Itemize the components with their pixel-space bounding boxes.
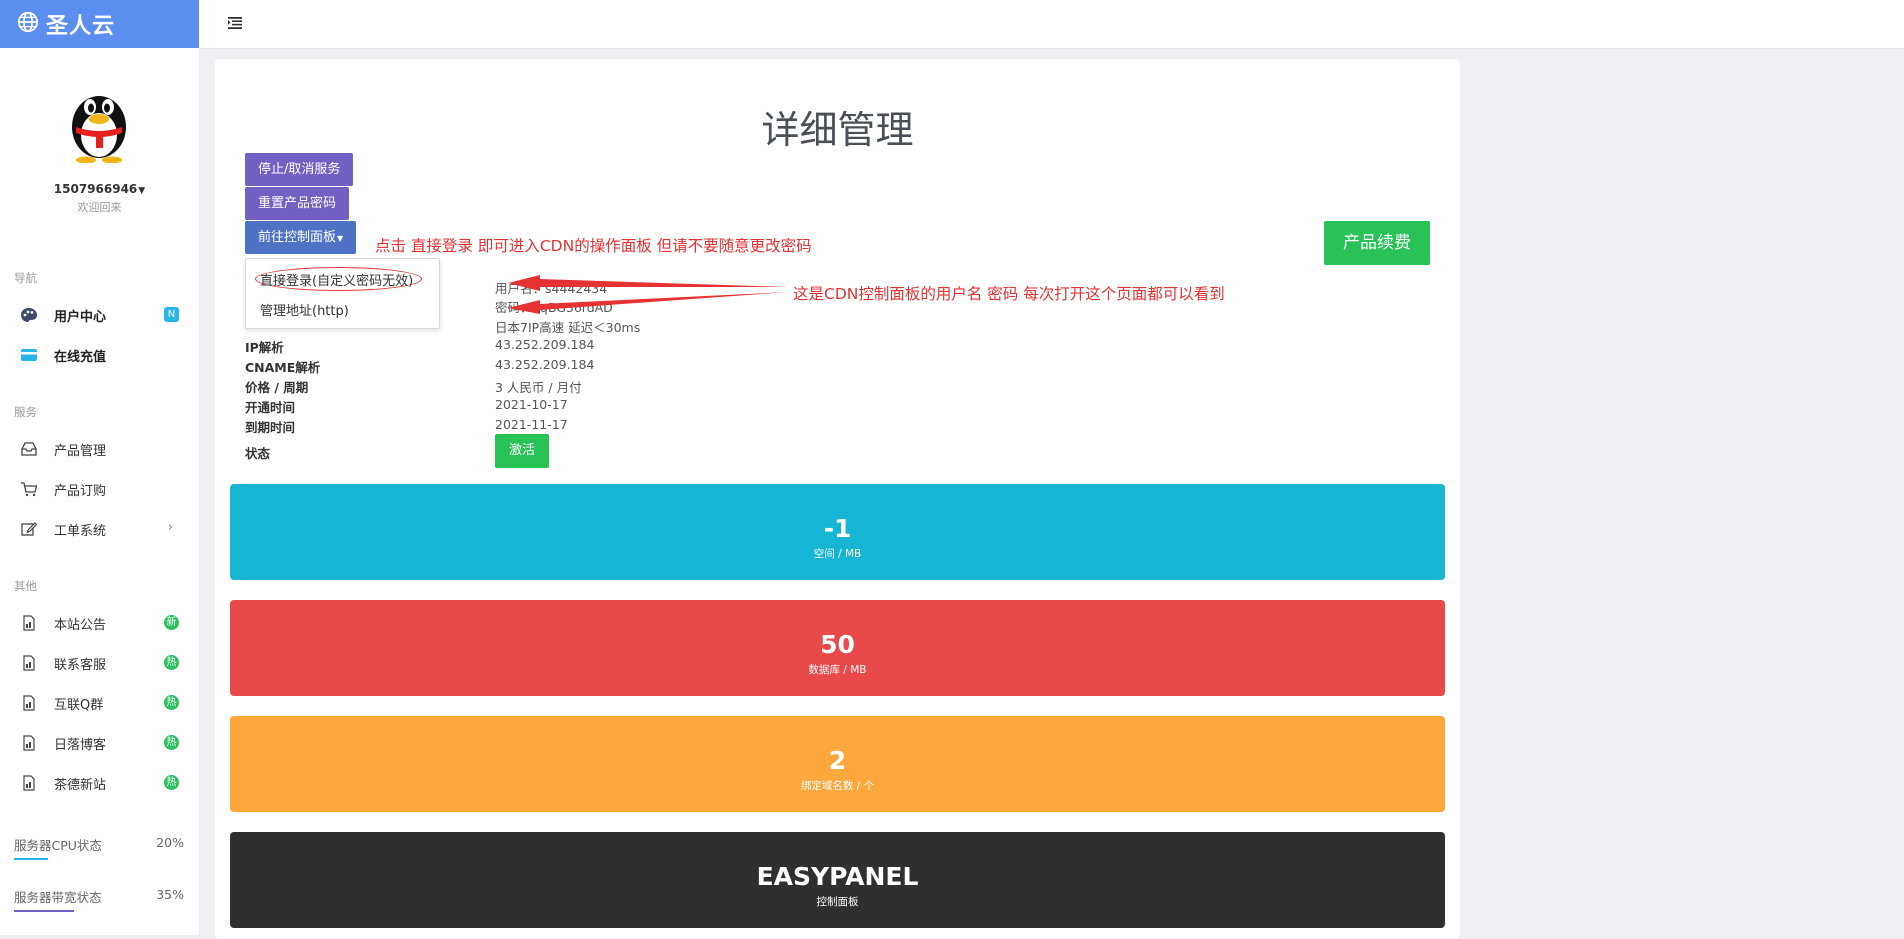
brand-name: 圣人云: [46, 14, 116, 39]
panel-password: 密码：vqBG36rdAD: [495, 300, 613, 315]
control-panel-value: EASYPANEL: [756, 862, 919, 891]
reset-password-button[interactable]: 重置产品密码: [245, 187, 350, 220]
sidebar-item-label: 日落博客: [54, 738, 107, 753]
bandwidth-status-label: 服务器带宽状态: [14, 890, 102, 905]
info-label: 开通时间: [245, 400, 296, 415]
username-dropdown[interactable]: 1507966946▼: [0, 182, 199, 196]
menu-toggle-icon[interactable]: [228, 17, 242, 29]
sidebar-item-product-order[interactable]: 产品订购: [0, 474, 199, 504]
info-value: 2021-11-17: [495, 417, 568, 432]
control-panel-card[interactable]: EASYPANEL 控制面板: [230, 832, 1445, 928]
cpu-progress-bar: [14, 858, 48, 860]
sidebar-item-label: 互联Q群: [54, 698, 104, 713]
renew-button[interactable]: 产品续费: [1324, 221, 1430, 265]
info-value: 43.252.209.184: [495, 337, 595, 352]
doc-icon: [23, 695, 35, 711]
section-label-service: 服务: [14, 405, 37, 419]
globe-icon: [17, 11, 39, 33]
sidebar-item-label: 联系客服: [54, 658, 107, 673]
info-label: IP解析: [245, 340, 284, 355]
database-value: 50: [820, 630, 855, 659]
section-label-nav: 导航: [14, 271, 37, 285]
database-card: 50 数据库 / MB: [230, 600, 1445, 696]
sidebar-item-user-center[interactable]: 用户中心 N: [0, 300, 199, 330]
username-label: 1507966946: [53, 182, 138, 196]
detail-card: 详细管理 停止/取消服务 重置产品密码 前往控制面板▼ 产品续费 点击 直接登录…: [215, 59, 1460, 939]
control-panel-dropdown-button[interactable]: 前往控制面板▼: [245, 221, 357, 254]
sidebar-item-new-site[interactable]: 茶德新站 热: [0, 768, 199, 798]
top-bar: [199, 0, 1904, 49]
domains-card: 2 绑定域名数 / 个: [230, 716, 1445, 812]
section-label-other: 其他: [14, 579, 37, 593]
cpu-status-value: 20%: [156, 835, 184, 850]
sidebar-item-label: 本站公告: [54, 618, 107, 633]
hot-badge: 热: [164, 655, 179, 670]
database-label: 数据库 / MB: [808, 664, 867, 676]
caret-down-icon: ▼: [337, 234, 344, 243]
info-label: CNAME解析: [245, 360, 321, 375]
welcome-text: 欢迎回来: [77, 201, 122, 214]
card-icon: [21, 349, 37, 361]
control-panel-label: 前往控制面板: [258, 230, 337, 245]
inbox-icon: [21, 442, 37, 456]
edit-icon: [21, 522, 38, 536]
hot-badge: 热: [164, 695, 179, 710]
bandwidth-status: 服务器带宽状态 35%: [14, 887, 184, 917]
sidebar-item-recharge[interactable]: 在线充值: [0, 340, 199, 370]
hot-badge: 热: [164, 735, 179, 750]
doc-icon: [23, 775, 35, 791]
menu-item-manage-url[interactable]: 管理地址(http): [260, 300, 349, 319]
sidebar-item-support[interactable]: 联系客服 热: [0, 648, 199, 678]
account-tip-annotation: 这是CDN控制面板的用户名 密码 每次打开这个页面都可以看到: [793, 285, 1225, 303]
info-label: 到期时间: [245, 420, 296, 435]
login-tip-annotation: 点击 直接登录 即可进入CDN的操作面板 但请不要随意更改密码: [375, 237, 812, 255]
status-badge[interactable]: 激活: [495, 434, 549, 468]
new-badge: 新: [164, 615, 179, 630]
panel-username: 用户名：s4442434: [495, 281, 608, 296]
cart-icon: [21, 482, 38, 497]
info-value: 2021-10-17: [495, 397, 568, 412]
hot-badge: 热: [164, 775, 179, 790]
cpu-status: 服务器CPU状态 20%: [14, 835, 184, 865]
sidebar-item-label: 产品管理: [54, 444, 107, 459]
new-badge: N: [164, 307, 179, 322]
sidebar-item-product-manage[interactable]: 产品管理: [0, 434, 199, 464]
sidebar-item-label: 工单系统: [54, 524, 107, 539]
chevron-right-icon: ›: [167, 520, 173, 535]
space-value: -1: [823, 514, 852, 543]
sidebar-item-label: 茶德新站: [54, 778, 107, 793]
palette-icon: [21, 308, 37, 322]
doc-icon: [23, 735, 35, 751]
control-panel-card-label: 控制面板: [816, 896, 859, 908]
caret-down-icon: ▼: [138, 186, 146, 196]
cpu-status-label: 服务器CPU状态: [14, 838, 102, 853]
space-label: 空间 / MB: [813, 548, 862, 560]
info-label: 价格 / 周期: [245, 380, 309, 395]
product-line: 日本7IP高速 延迟＜30ms: [495, 320, 641, 335]
info-value: 3 人民币 / 月付: [495, 380, 582, 395]
sidebar-item-blog[interactable]: 日落博客 热: [0, 728, 199, 758]
sidebar-item-qq-group[interactable]: 互联Q群 热: [0, 688, 199, 718]
info-value: 43.252.209.184: [495, 357, 595, 372]
avatar[interactable]: [58, 77, 140, 163]
sidebar-item-label: 在线充值: [54, 350, 107, 365]
sidebar-item-label: 产品订购: [54, 484, 107, 499]
bandwidth-status-value: 35%: [156, 887, 184, 902]
doc-icon: [23, 615, 35, 631]
bandwidth-progress-bar: [14, 910, 74, 912]
domains-value: 2: [828, 746, 847, 775]
status-label: 状态: [245, 446, 271, 461]
sidebar-item-label: 用户中心: [54, 310, 107, 325]
page-title: 详细管理: [761, 108, 914, 152]
brand-logo[interactable]: 圣人云: [0, 0, 199, 48]
stop-service-button[interactable]: 停止/取消服务: [245, 153, 354, 186]
domains-label: 绑定域名数 / 个: [800, 780, 875, 792]
doc-icon: [23, 655, 35, 671]
space-card: -1 空间 / MB: [230, 484, 1445, 580]
menu-item-direct-login[interactable]: 直接登录(自定义密码无效): [260, 270, 413, 289]
sidebar: 圣人云 1507966946▼ 欢迎回来 导航 用户中心 N 在线充值 服务 产…: [0, 0, 199, 935]
sidebar-item-ticket[interactable]: 工单系统 ›: [0, 514, 199, 544]
control-panel-menu: 直接登录(自定义密码无效) 管理地址(http): [245, 258, 440, 329]
sidebar-item-announcement[interactable]: 本站公告 新: [0, 608, 199, 638]
